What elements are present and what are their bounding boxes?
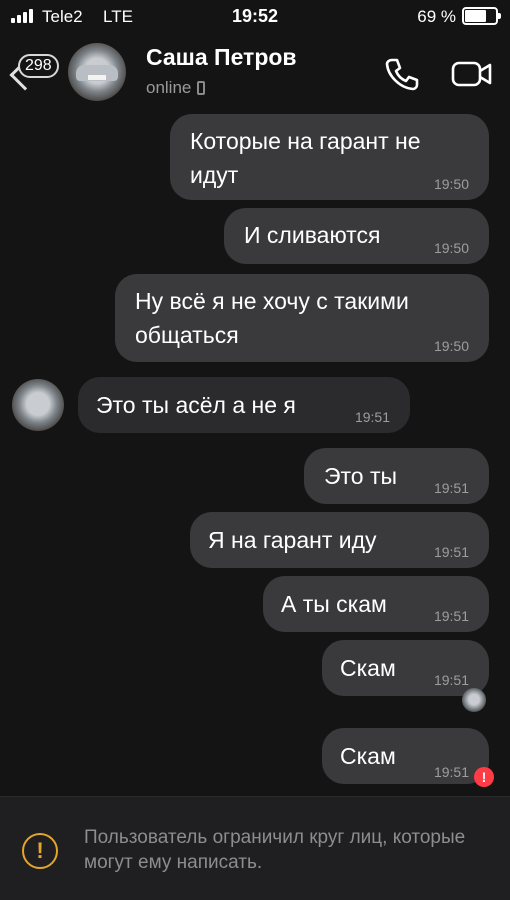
message-text: Которые на гарант не идут: [190, 128, 421, 188]
message-time: 19:50: [433, 240, 469, 256]
battery-fill: [465, 10, 486, 22]
warning-icon: !: [22, 833, 58, 869]
battery-percent: 69 %: [417, 7, 456, 26]
chat-header: 298 Саша Петров online: [0, 34, 510, 110]
message-bubble-outgoing[interactable]: А ты скам 19:51: [263, 576, 489, 632]
message-text: Ну всё я не хочу с такими общаться: [135, 288, 409, 348]
message-time: 19:50: [433, 176, 469, 192]
message-bubble-outgoing[interactable]: Я на гарант иду 19:51: [190, 512, 489, 568]
unread-count-badge: 298: [18, 54, 59, 78]
online-status-label: online: [146, 78, 192, 97]
message-bubble-incoming[interactable]: Это ты асёл а не я 19:51: [78, 377, 410, 433]
message-time: 19:50: [433, 338, 469, 354]
message-time: 19:51: [433, 764, 469, 780]
message-bubble-outgoing[interactable]: Это ты 19:51: [304, 448, 489, 504]
sender-avatar[interactable]: [12, 379, 64, 431]
message-bubble-outgoing[interactable]: Скам 19:51: [322, 640, 489, 696]
phone-icon: [385, 58, 419, 91]
message-bubble-outgoing[interactable]: Скам 19:51: [322, 728, 489, 784]
message-list[interactable]: Которые на гарант не идут 19:50 И сливаю…: [0, 110, 510, 796]
video-call-button[interactable]: [450, 54, 494, 94]
message-time: 19:51: [354, 409, 390, 425]
restriction-notice-text: Пользователь ограничил круг лиц, которые…: [84, 827, 466, 873]
message-time: 19:51: [433, 480, 469, 496]
message-bubble-outgoing[interactable]: Которые на гарант не идут 19:50: [170, 114, 489, 200]
back-button[interactable]: 298: [8, 44, 68, 98]
call-button[interactable]: [382, 54, 422, 94]
message-bubble-outgoing[interactable]: И сливаются 19:50: [224, 208, 489, 264]
message-time: 19:51: [433, 608, 469, 624]
read-receipt-avatar: [462, 688, 486, 712]
message-time: 19:51: [433, 672, 469, 688]
message-text: И сливаются: [244, 222, 381, 248]
mobile-device-icon: [197, 81, 206, 95]
battery-icon: [462, 7, 501, 25]
video-camera-icon: [451, 61, 492, 87]
status-bar: Tele2 LTE 19:52 69 %: [0, 0, 510, 34]
message-text: Это ты асёл а не я: [96, 392, 296, 418]
contact-name[interactable]: Саша Петров: [146, 44, 297, 71]
message-text: Я на гарант иду: [208, 527, 377, 553]
message-bubble-outgoing[interactable]: Ну всё я не хочу с такими общаться 19:50: [115, 274, 489, 362]
message-time: 19:51: [433, 544, 469, 560]
restriction-notice: ! Пользователь ограничил круг лиц, котор…: [0, 796, 510, 900]
contact-status: online: [146, 78, 206, 98]
contact-avatar[interactable]: [68, 43, 126, 101]
send-failed-icon[interactable]: !: [474, 767, 494, 787]
